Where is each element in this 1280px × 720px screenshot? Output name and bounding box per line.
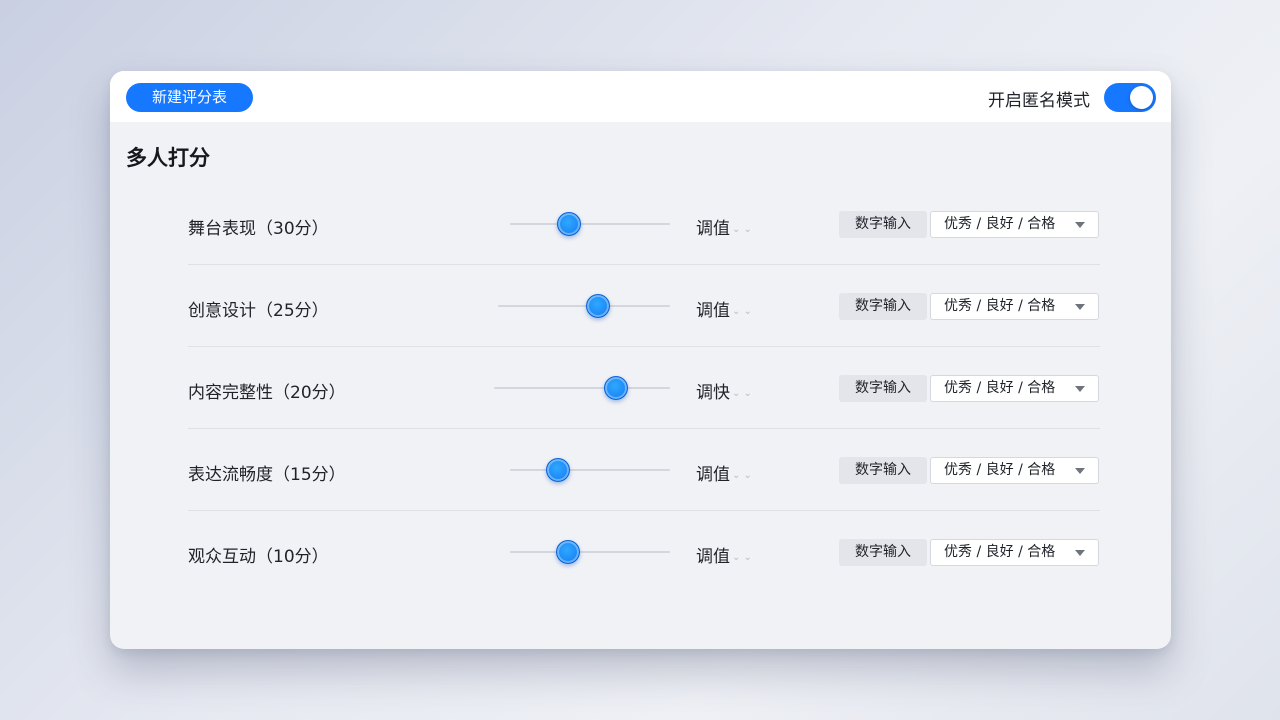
number-input-tag[interactable]: 数字输入 [839, 457, 927, 484]
criterion-row: 表达流畅度（15分） 调值 ⌄ ⌄ 数字输入 优秀 / 良好 / 合格 [188, 429, 1100, 511]
grade-select[interactable]: 优秀 / 良好 / 合格 [930, 293, 1099, 320]
tune-label: 调快 [696, 383, 730, 403]
criterion-label: 表达流畅度（15分） [188, 465, 346, 485]
grade-select-value: 优秀 / 良好 / 合格 [944, 462, 1056, 478]
caret-down-icon [1075, 386, 1085, 392]
tune-dropdown[interactable]: 调值 ⌄ ⌄ [696, 214, 752, 239]
tune-label: 调值 [696, 301, 730, 321]
caret-down-icon [1075, 550, 1085, 556]
criterion-row: 创意设计（25分） 调值 ⌄ ⌄ 数字输入 优秀 / 良好 / 合格 [188, 265, 1100, 347]
score-slider[interactable] [498, 265, 670, 347]
grade-select-value: 优秀 / 良好 / 合格 [944, 544, 1056, 560]
criterion-row: 观众互动（10分） 调值 ⌄ ⌄ 数字输入 优秀 / 良好 / 合格 [188, 511, 1100, 593]
slider-thumb[interactable] [603, 376, 628, 400]
anonymous-mode-label: 开启匿名模式 [988, 91, 1090, 111]
number-input-tag[interactable]: 数字输入 [839, 375, 927, 402]
tune-dropdown[interactable]: 调值 ⌄ ⌄ [696, 460, 752, 485]
chevron-down-icon: ⌄ ⌄ [732, 552, 752, 563]
tune-label: 调值 [696, 547, 730, 567]
tune-dropdown[interactable]: 调值 ⌄ ⌄ [696, 296, 752, 321]
criterion-label: 内容完整性（20分） [188, 383, 346, 403]
tune-label: 调值 [696, 465, 730, 485]
score-slider[interactable] [494, 347, 670, 429]
number-input-tag[interactable]: 数字输入 [839, 211, 927, 238]
tune-label: 调值 [696, 219, 730, 239]
criterion-label: 舞台表现（30分） [188, 219, 329, 239]
slider-track [510, 469, 670, 471]
anonymous-mode-toggle[interactable] [1104, 83, 1156, 112]
slider-track [510, 223, 670, 225]
criterion-label: 观众互动（10分） [188, 547, 329, 567]
score-slider[interactable] [510, 183, 670, 265]
chevron-down-icon: ⌄ ⌄ [732, 224, 752, 235]
chevron-down-icon: ⌄ ⌄ [732, 470, 752, 481]
slider-track [498, 305, 670, 307]
slider-track [510, 551, 670, 553]
criterion-row: 舞台表现（30分） 调值 ⌄ ⌄ 数字输入 优秀 / 良好 / 合格 [188, 183, 1100, 265]
grade-select[interactable]: 优秀 / 良好 / 合格 [930, 211, 1099, 238]
slider-thumb[interactable] [555, 540, 580, 564]
tune-dropdown[interactable]: 调值 ⌄ ⌄ [696, 542, 752, 567]
scoring-panel: 新建评分表 开启匿名模式 多人打分 舞台表现（30分） 调值 ⌄ ⌄ 数字输入 优… [110, 71, 1171, 649]
caret-down-icon [1075, 222, 1085, 228]
chevron-down-icon: ⌄ ⌄ [732, 306, 752, 317]
tune-dropdown[interactable]: 调快 ⌄ ⌄ [696, 378, 752, 403]
number-input-tag[interactable]: 数字输入 [839, 293, 927, 320]
grade-select-value: 优秀 / 良好 / 合格 [944, 298, 1056, 314]
slider-track [494, 387, 670, 389]
criterion-row: 内容完整性（20分） 调快 ⌄ ⌄ 数字输入 优秀 / 良好 / 合格 [188, 347, 1100, 429]
toggle-knob [1130, 86, 1153, 109]
top-bar: 新建评分表 开启匿名模式 [110, 71, 1171, 122]
new-score-sheet-button[interactable]: 新建评分表 [126, 83, 253, 112]
grade-select-value: 优秀 / 良好 / 合格 [944, 380, 1056, 396]
score-slider[interactable] [510, 429, 670, 511]
criterion-label: 创意设计（25分） [188, 301, 329, 321]
caret-down-icon [1075, 468, 1085, 474]
slider-thumb[interactable] [586, 294, 610, 318]
caret-down-icon [1075, 304, 1085, 310]
slider-thumb[interactable] [546, 458, 570, 482]
grade-select[interactable]: 优秀 / 良好 / 合格 [930, 375, 1099, 402]
score-slider[interactable] [510, 511, 670, 593]
grade-select[interactable]: 优秀 / 良好 / 合格 [930, 457, 1099, 484]
grade-select-value: 优秀 / 良好 / 合格 [944, 216, 1056, 232]
section-title: 多人打分 [126, 146, 210, 170]
chevron-down-icon: ⌄ ⌄ [732, 388, 752, 399]
number-input-tag[interactable]: 数字输入 [839, 539, 927, 566]
slider-thumb[interactable] [557, 212, 582, 236]
grade-select[interactable]: 优秀 / 良好 / 合格 [930, 539, 1099, 566]
